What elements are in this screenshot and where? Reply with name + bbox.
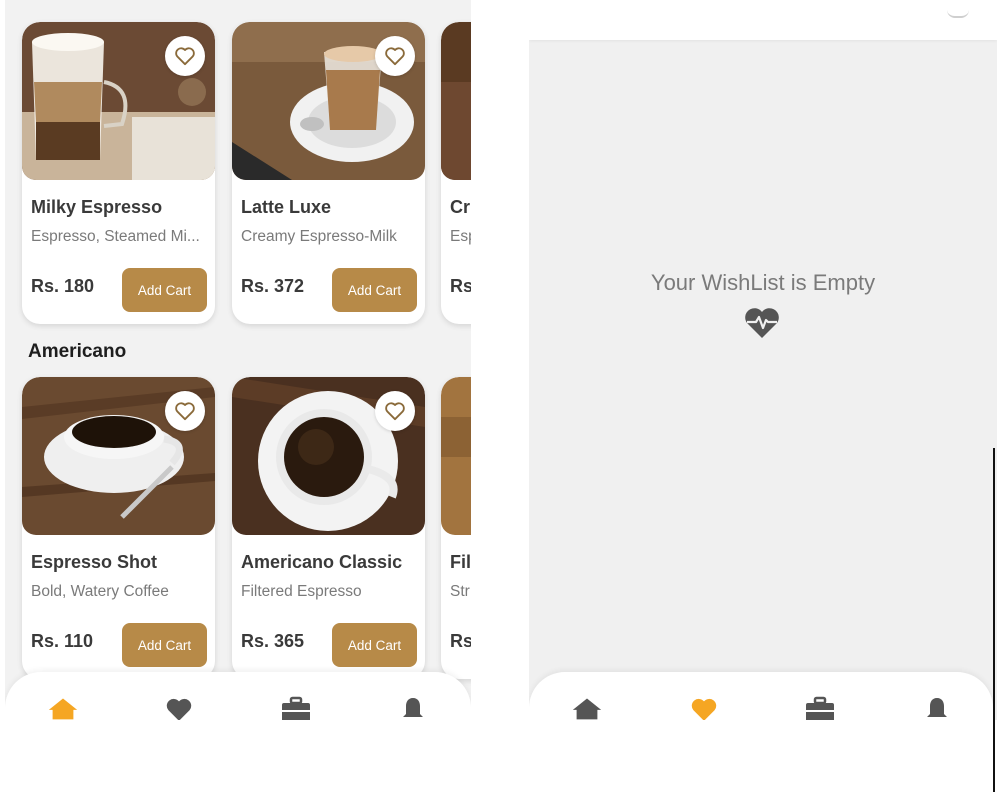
product-title: Fil (450, 552, 471, 572)
heartbeat-icon (743, 306, 781, 345)
product-title: Latte Luxe (241, 197, 332, 217)
menu-screen: Milky Espresso Espresso, Steamed Mi... R… (5, 0, 471, 720)
product-image (441, 377, 471, 535)
bottom-nav (529, 672, 993, 720)
product-card-partial[interactable]: Cr Esp Rs (441, 22, 471, 324)
product-title: Milky Espresso (31, 197, 163, 217)
nav-home[interactable] (46, 696, 80, 720)
home-icon (572, 698, 602, 720)
favorite-button[interactable] (165, 391, 205, 431)
product-card-milky-espresso[interactable]: Milky Espresso Espresso, Steamed Mi... R… (22, 22, 215, 324)
briefcase-icon (806, 696, 834, 720)
wishlist-screen: Your WishList is Empty (529, 0, 997, 720)
heart-icon (691, 698, 717, 720)
favorite-button[interactable] (165, 36, 205, 76)
favorite-button[interactable] (375, 391, 415, 431)
nav-wishlist[interactable] (162, 696, 196, 720)
product-description: Str (450, 583, 470, 600)
product-description: Esp (450, 228, 471, 245)
product-price: Rs. 180 (31, 276, 95, 296)
nav-wishlist[interactable] (687, 696, 721, 720)
product-description: Filtered Espresso (241, 583, 362, 600)
favorite-button[interactable] (375, 36, 415, 76)
heart-outline-icon (385, 47, 405, 66)
product-price: Rs. 372 (241, 276, 305, 296)
nav-orders[interactable] (279, 696, 313, 720)
app-bar-icon (947, 10, 969, 18)
nav-notifications[interactable] (920, 696, 954, 720)
add-cart-button[interactable]: Add Cart (122, 623, 207, 667)
product-description: Creamy Espresso-Milk (241, 228, 397, 245)
nav-notifications[interactable] (396, 696, 430, 720)
product-title: Espresso Shot (31, 552, 158, 572)
product-description: Espresso, Steamed Mi... (31, 228, 200, 245)
product-card-americano-classic[interactable]: Americano Classic Filtered Espresso Rs. … (232, 377, 425, 679)
product-card-partial[interactable]: Fil Str Rs (441, 377, 471, 679)
empty-wishlist-message: Your WishList is Empty (650, 270, 876, 295)
add-cart-button[interactable]: Add Cart (122, 268, 207, 312)
nav-home[interactable] (570, 696, 604, 720)
product-price: Rs. 110 (31, 631, 94, 651)
add-cart-button[interactable]: Add Cart (332, 268, 417, 312)
product-card-espresso-shot[interactable]: Espresso Shot Bold, Watery Coffee Rs. 11… (22, 377, 215, 679)
heart-outline-icon (175, 402, 195, 421)
home-icon (48, 698, 78, 720)
product-card-latte-luxe[interactable]: Latte Luxe Creamy Espresso-Milk Rs. 372 … (232, 22, 425, 324)
bell-icon (927, 698, 947, 717)
product-price: Rs (450, 276, 471, 296)
heart-outline-icon (385, 402, 405, 421)
product-title: Americano Classic (241, 552, 403, 572)
section-title-americano: Americano (28, 341, 127, 362)
product-image (441, 22, 471, 180)
bell-icon (403, 698, 423, 717)
briefcase-icon (282, 696, 310, 720)
add-cart-button[interactable]: Add Cart (332, 623, 417, 667)
nav-orders[interactable] (803, 696, 837, 720)
bottom-nav (5, 672, 471, 720)
heart-outline-icon (175, 47, 195, 66)
app-bar (529, 0, 997, 40)
product-description: Bold, Watery Coffee (31, 583, 169, 600)
screen-edge-divider (993, 448, 995, 792)
product-price: Rs (450, 631, 471, 651)
product-price: Rs. 365 (241, 631, 305, 651)
heart-icon (166, 698, 192, 720)
product-title: Cr (450, 197, 471, 217)
